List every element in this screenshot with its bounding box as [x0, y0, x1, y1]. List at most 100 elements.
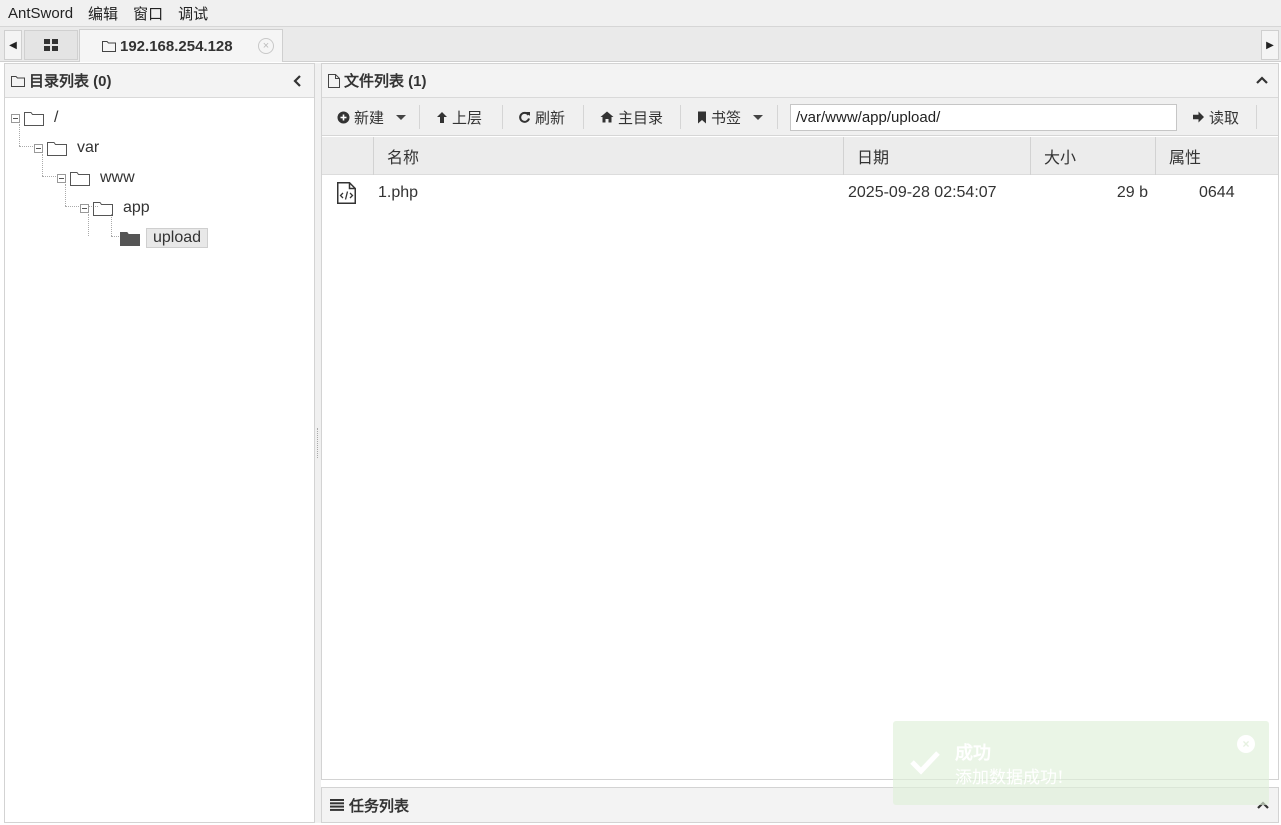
row-name-cell: 1.php [378, 184, 419, 201]
tree-node-root[interactable]: / [11, 106, 58, 130]
file-grid-header: 名称 日期 大小 属性 [322, 137, 1278, 175]
path-input[interactable] [790, 104, 1177, 131]
column-header-perm[interactable]: 属性 [1155, 137, 1278, 175]
tab-bar: ◀ 192.168.254.128 × ▶ [0, 26, 1281, 62]
column-header-date-label: 日期 [857, 150, 890, 167]
column-header-name-label: 名称 [387, 150, 420, 167]
toast-title: 成功 [955, 743, 991, 764]
toolbar-separator [680, 105, 681, 129]
refresh-button-label: 刷新 [535, 109, 566, 127]
folder-outline-icon [70, 171, 90, 186]
tree-label-root: / [54, 109, 59, 126]
bookmark-icon [698, 111, 706, 123]
refresh-icon [519, 111, 530, 123]
table-row[interactable]: 1.php 2025-09-28 02:54:07 29 b 0644 [322, 175, 1278, 211]
home-icon [600, 111, 614, 123]
tree-node-www[interactable]: www [57, 166, 135, 190]
tree-connector [65, 206, 79, 207]
arrow-right-icon [1193, 111, 1204, 123]
tree-collapse-icon[interactable] [80, 203, 89, 213]
php-file-icon [337, 182, 356, 204]
column-header-date[interactable]: 日期 [843, 137, 1030, 175]
menu-edit[interactable]: 编辑 [88, 3, 118, 24]
tree-collapse-icon[interactable] [11, 113, 20, 123]
file-toolbar: 新建 上层 刷新 主目录 书签 /var/www/app/upload/ 读取 [322, 98, 1278, 136]
toolbar-separator [777, 105, 778, 129]
toolbar-separator [419, 105, 420, 129]
tree-connector [42, 176, 56, 177]
checkmark-icon [910, 751, 940, 775]
tab-shell[interactable]: 192.168.254.128 × [79, 29, 283, 62]
menu-bar: AntSword 编辑 窗口 调试 [0, 0, 1281, 26]
chevron-left-icon [292, 75, 301, 87]
tree-label-var: var [77, 139, 100, 156]
home-button[interactable]: 主目录 [600, 98, 663, 136]
row-size-cell: 29 b [1116, 184, 1148, 201]
row-date-cell: 2025-09-28 02:54:07 [848, 184, 997, 201]
plus-circle-icon [337, 111, 350, 123]
read-button-label: 读取 [1209, 109, 1240, 127]
chevron-down-icon [753, 114, 764, 120]
chevron-up-icon [1256, 76, 1268, 84]
grid-icon [44, 39, 58, 51]
column-header-icon[interactable] [322, 137, 373, 175]
folder-outline-icon [47, 141, 67, 156]
caret-left-icon: ◀ [9, 39, 17, 51]
home-button-label: 主目录 [618, 109, 664, 127]
file-panel: 文件列表 (1) 新建 上层 刷新 主目录 书签 /var/www/app/up… [321, 63, 1279, 780]
toolbar-separator [1256, 105, 1257, 129]
success-toast: 成功 添加数据成功! × [893, 721, 1269, 805]
file-outline-icon [328, 73, 340, 88]
menu-antsword[interactable]: AntSword [8, 5, 73, 22]
tree-label-app: app [123, 199, 150, 216]
tree-connector [19, 146, 33, 147]
row-icon-cell [337, 175, 359, 211]
tree-label-www: www [100, 169, 135, 186]
task-panel-title: 任务列表 [349, 797, 410, 815]
directory-panel-header: 目录列表 (0) [5, 64, 314, 98]
file-panel-title: 文件列表 (1) [344, 73, 427, 90]
collapse-left-button[interactable] [290, 72, 304, 90]
column-header-size[interactable]: 大小 [1030, 137, 1155, 175]
directory-panel-title: 目录列表 (0) [29, 73, 112, 90]
column-header-size-label: 大小 [1044, 150, 1077, 167]
tab-close-icon[interactable]: × [258, 38, 274, 54]
bookmark-button[interactable]: 书签 [697, 98, 764, 136]
caret-right-icon: ▶ [1266, 39, 1274, 51]
folder-outline-icon [93, 201, 113, 216]
bookmark-button-label: 书签 [711, 109, 742, 127]
read-button[interactable]: 读取 [1192, 98, 1239, 136]
directory-panel: 目录列表 (0) / var www app upload [4, 63, 315, 823]
new-button[interactable]: 新建 [337, 98, 407, 136]
tab-shell-label: 192.168.254.128 [120, 37, 233, 55]
tab-home[interactable] [24, 30, 78, 60]
folder-filled-icon [120, 231, 140, 246]
list-icon [330, 799, 344, 811]
arrow-up-icon [437, 111, 447, 123]
tab-scroll-right-button[interactable]: ▶ [1261, 30, 1279, 60]
tab-scroll-left-button[interactable]: ◀ [4, 30, 22, 60]
tree-node-var[interactable]: var [34, 136, 99, 160]
tree-collapse-icon[interactable] [57, 173, 66, 183]
tree-node-upload[interactable]: upload [120, 226, 209, 250]
up-button[interactable]: 上层 [436, 98, 482, 136]
row-perm-cell: 0644 [1199, 184, 1235, 201]
file-panel-header: 文件列表 (1) [322, 64, 1278, 98]
chevron-down-icon [396, 114, 407, 120]
column-header-perm-label: 属性 [1169, 150, 1202, 167]
column-header-name[interactable]: 名称 [373, 137, 843, 175]
refresh-button[interactable]: 刷新 [518, 98, 565, 136]
menu-debug[interactable]: 调试 [178, 3, 208, 24]
up-button-label: 上层 [452, 109, 483, 127]
collapse-file-panel-button[interactable] [1256, 72, 1268, 88]
tree-collapse-icon[interactable] [34, 143, 43, 153]
toast-close-icon[interactable]: × [1237, 735, 1255, 753]
tree-node-app[interactable]: app [80, 196, 150, 220]
toolbar-separator [502, 105, 503, 129]
menu-window[interactable]: 窗口 [133, 3, 163, 24]
folder-outline-icon [102, 41, 116, 52]
folder-outline-icon [11, 75, 25, 87]
toast-message: 添加数据成功! [955, 768, 1064, 788]
new-button-label: 新建 [354, 109, 385, 127]
toolbar-separator [583, 105, 584, 129]
